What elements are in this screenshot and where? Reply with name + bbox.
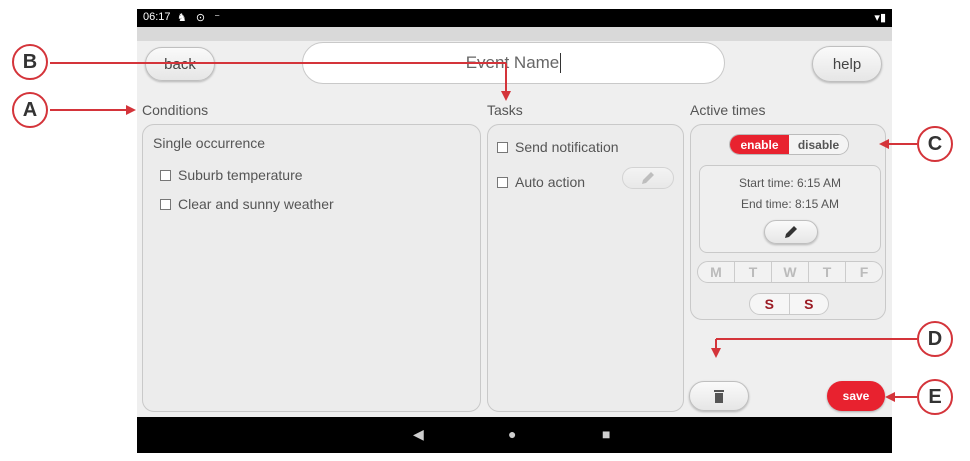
annotation-arrows (50, 62, 917, 402)
callout-e: E (917, 379, 953, 415)
callout-c: C (917, 126, 953, 162)
callout-b: B (12, 44, 48, 80)
callout-d: D (917, 321, 953, 357)
callout-a: A (12, 92, 48, 128)
